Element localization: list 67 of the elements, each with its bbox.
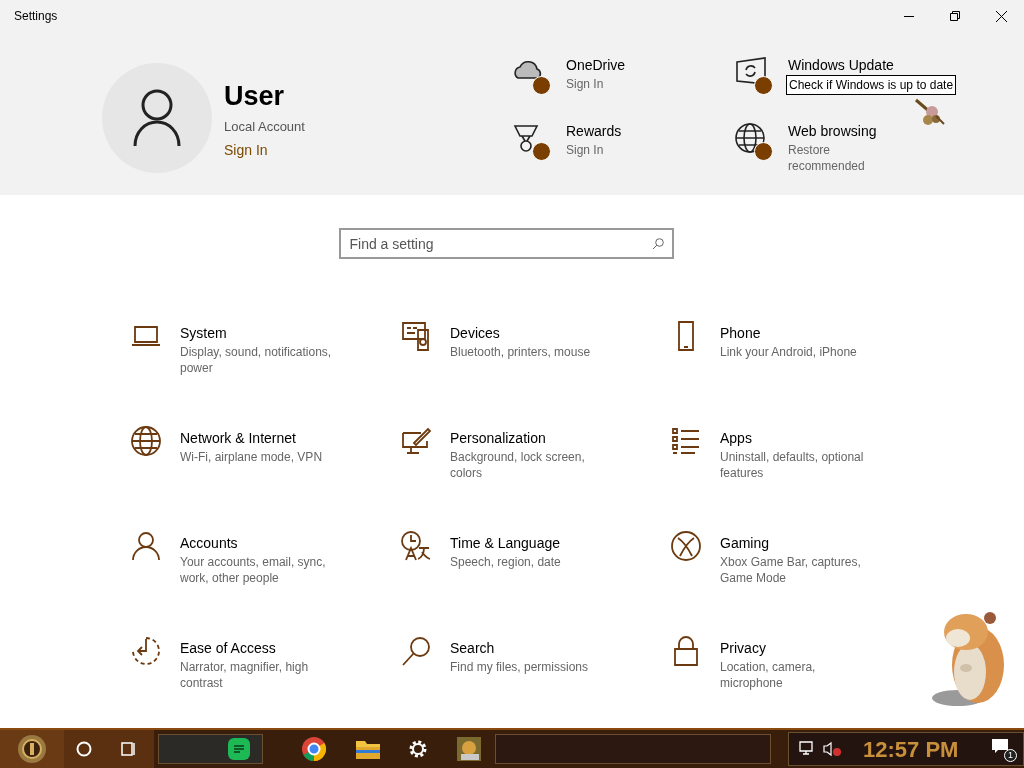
category-description: Xbox Game Bar, captures, Game Mode [720, 554, 862, 586]
clock-letter-icon[interactable] [400, 530, 432, 562]
tooltip: Check if Windows is up to date [786, 75, 957, 95]
notification-badge: 1 [1004, 749, 1017, 762]
person-icon[interactable] [130, 530, 162, 562]
quick-link-subtitle: Sign In [566, 76, 605, 92]
category-description: Bluetooth, printers, mouse [450, 344, 592, 360]
category-description: Find my files, permissions [450, 659, 590, 675]
volume-muted-icon[interactable] [823, 741, 841, 757]
quick-link-subtitle: Restore recommended [788, 142, 866, 174]
folder-icon[interactable] [355, 738, 381, 760]
category-title[interactable]: Accounts [180, 534, 338, 552]
search-icon [651, 238, 664, 250]
category-description: Location, camera, microphone [720, 659, 817, 691]
search-icon[interactable] [400, 635, 432, 667]
category-title[interactable]: Phone [720, 324, 878, 342]
browser-icon[interactable] [301, 736, 327, 762]
restore-icon [950, 11, 960, 21]
category-title[interactable]: Apps [720, 429, 878, 447]
category-description: Uninstall, defaults, optional features [720, 449, 865, 481]
game-app-icon[interactable] [457, 737, 481, 761]
account-type: Local Account [224, 118, 305, 136]
search-field[interactable]: Find a setting [338, 228, 674, 259]
quick-link-title[interactable]: OneDrive [566, 56, 716, 74]
minimize-icon [904, 15, 914, 17]
category-description: Your accounts, email, sync, work, other people [180, 554, 327, 586]
category-title[interactable]: Time & Language [450, 534, 608, 552]
account-name: User [224, 81, 286, 111]
category-title[interactable]: Personalization [450, 429, 608, 447]
task-view-icon [121, 742, 137, 756]
circle-icon [76, 741, 92, 757]
category-description: Wi-Fi, airplane mode, VPN [180, 449, 324, 465]
pen-monitor-icon[interactable] [400, 425, 432, 457]
globe-icon[interactable] [130, 425, 162, 457]
category-title[interactable]: Ease of Access [180, 639, 338, 657]
category-description: Link your Android, iPhone [720, 344, 858, 360]
category-description: Display, sound, notifications, power [180, 344, 333, 376]
dashed-dial-icon[interactable] [130, 635, 162, 667]
chat-app-icon[interactable] [228, 738, 250, 760]
category-description: Background, lock screen, colors [450, 449, 586, 481]
category-title[interactable]: Privacy [720, 639, 878, 657]
category-title[interactable]: Devices [450, 324, 608, 342]
start-button[interactable] [0, 730, 64, 768]
cortana-button[interactable] [64, 730, 104, 768]
person-icon [132, 89, 182, 147]
clock[interactable]: 12:57 PM [863, 732, 959, 766]
category-description: Speech, region, date [450, 554, 562, 570]
category-description: Narrator, magnifier, high contrast [180, 659, 310, 691]
quick-link-subtitle: Sign In [566, 142, 605, 158]
quick-link-title[interactable]: Rewards [566, 122, 716, 140]
close-icon [995, 10, 1007, 22]
network-icon[interactable] [799, 741, 815, 757]
category-title[interactable]: System [180, 324, 338, 342]
sign-in-link[interactable]: Sign In [224, 139, 305, 161]
flying-bug-icon [914, 98, 946, 128]
devices-icon[interactable] [400, 320, 432, 352]
list-icon[interactable] [670, 425, 702, 457]
globe-icon[interactable] [734, 122, 768, 154]
task-view-button[interactable] [104, 730, 154, 768]
category-title[interactable]: Network & Internet [180, 429, 338, 447]
category-title[interactable]: Gaming [720, 534, 878, 552]
quick-link-title[interactable]: Windows Update [788, 56, 938, 74]
quick-link-title[interactable]: Web browsing [788, 122, 938, 140]
category-title[interactable]: Search [450, 639, 608, 657]
settings-icon[interactable] [407, 738, 429, 760]
xbox-icon[interactable] [670, 530, 702, 562]
window-title: Settings [13, 8, 58, 25]
